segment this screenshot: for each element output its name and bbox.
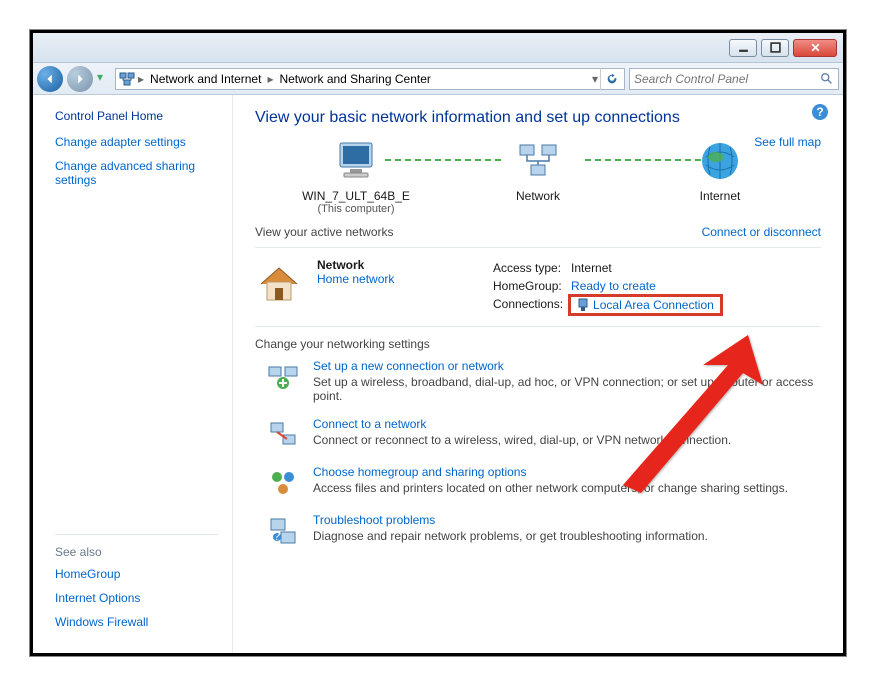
map-internet-label: Internet [700, 189, 741, 203]
search-input[interactable] [634, 72, 816, 86]
adapter-icon [577, 298, 589, 312]
task-setup-desc: Set up a wireless, broadband, dial-up, a… [313, 375, 821, 403]
breadcrumb-level1[interactable]: Network and Internet [146, 69, 265, 89]
network-name: Network [317, 258, 467, 272]
network-center-icon [118, 70, 136, 88]
homegroup-icon [267, 467, 299, 499]
chevron-icon: ▸ [267, 72, 273, 86]
nav-toolbar: ▾ ▸ Network and Internet ▸ Network and S… [33, 63, 843, 95]
chevron-icon: ▸ [138, 72, 144, 86]
troubleshoot-icon: ? [267, 515, 299, 547]
connections-label: Connections: [493, 296, 569, 316]
task-troubleshoot-desc: Diagnose and repair network problems, or… [313, 529, 708, 543]
active-network-row: Network Home network Access type:Interne… [255, 258, 821, 318]
map-internet[interactable]: Internet [650, 137, 790, 203]
sidebar-windows-firewall[interactable]: Windows Firewall [55, 615, 218, 629]
task-homegroup-link[interactable]: Choose homegroup and sharing options [313, 465, 788, 479]
setup-connection-icon [267, 361, 299, 393]
see-also-header: See also [55, 545, 218, 559]
window-frame: ▾ ▸ Network and Internet ▸ Network and S… [30, 30, 846, 656]
network-map: WIN_7_ULT_64B_E (This computer) Network … [255, 137, 821, 215]
content-pane: ? View your basic network information an… [233, 95, 843, 653]
close-button[interactable] [793, 39, 837, 57]
sidebar-homegroup[interactable]: HomeGroup [55, 567, 218, 581]
globe-icon [696, 137, 744, 185]
search-box[interactable] [629, 68, 839, 90]
homegroup-label: HomeGroup: [493, 278, 569, 294]
map-this-computer[interactable]: WIN_7_ULT_64B_E (This computer) [286, 137, 426, 215]
forward-button[interactable] [67, 66, 93, 92]
titlebar [33, 33, 843, 63]
connect-network-icon [267, 419, 299, 451]
task-connect-desc: Connect or reconnect to a wireless, wire… [313, 433, 731, 447]
access-type-value: Internet [571, 260, 726, 276]
task-homegroup: Choose homegroup and sharing options Acc… [255, 465, 821, 499]
network-icon [514, 137, 562, 185]
sidebar-internet-options[interactable]: Internet Options [55, 591, 218, 605]
back-button[interactable] [37, 66, 63, 92]
map-pc-label: WIN_7_ULT_64B_E [302, 189, 410, 203]
task-troubleshoot-link[interactable]: Troubleshoot problems [313, 513, 708, 527]
change-settings-header: Change your networking settings [255, 337, 821, 351]
map-pc-sublabel: (This computer) [317, 203, 394, 215]
sidebar-home[interactable]: Control Panel Home [55, 109, 218, 123]
connect-disconnect-link[interactable]: Connect or disconnect [702, 225, 821, 239]
svg-text:?: ? [816, 105, 823, 119]
map-network-label: Network [516, 189, 560, 203]
task-setup-link[interactable]: Set up a new connection or network [313, 359, 821, 373]
task-homegroup-desc: Access files and printers located on oth… [313, 481, 788, 495]
address-bar[interactable]: ▸ Network and Internet ▸ Network and Sha… [115, 68, 625, 90]
local-area-connection-link[interactable]: Local Area Connection [571, 297, 720, 313]
history-dropdown[interactable]: ▾ [97, 70, 111, 88]
sidebar-advanced-sharing[interactable]: Change advanced sharing settings [55, 159, 218, 187]
task-connect-link[interactable]: Connect to a network [313, 417, 731, 431]
task-connect-network: Connect to a network Connect or reconnec… [255, 417, 821, 451]
access-type-label: Access type: [493, 260, 569, 276]
sidebar: Control Panel Home Change adapter settin… [33, 95, 233, 653]
home-network-icon [255, 258, 303, 306]
maximize-button[interactable] [761, 39, 789, 57]
homegroup-link[interactable]: Ready to create [571, 279, 656, 293]
computer-icon [332, 137, 380, 185]
active-networks-header: View your active networks Connect or dis… [255, 225, 821, 239]
map-network[interactable]: Network [468, 137, 608, 203]
page-title: View your basic network information and … [255, 109, 821, 127]
network-category-link[interactable]: Home network [317, 272, 467, 286]
help-icon[interactable]: ? [811, 103, 829, 121]
refresh-button[interactable] [600, 68, 622, 90]
sidebar-adapter-settings[interactable]: Change adapter settings [55, 135, 218, 149]
task-troubleshoot: ? Troubleshoot problems Diagnose and rep… [255, 513, 821, 547]
minimize-button[interactable] [729, 39, 757, 57]
breadcrumb-level2[interactable]: Network and Sharing Center [275, 69, 434, 89]
chevron-down-icon[interactable]: ▾ [592, 72, 598, 86]
task-setup-connection: Set up a new connection or network Set u… [255, 359, 821, 403]
search-icon [820, 72, 834, 86]
svg-text:?: ? [274, 529, 281, 543]
